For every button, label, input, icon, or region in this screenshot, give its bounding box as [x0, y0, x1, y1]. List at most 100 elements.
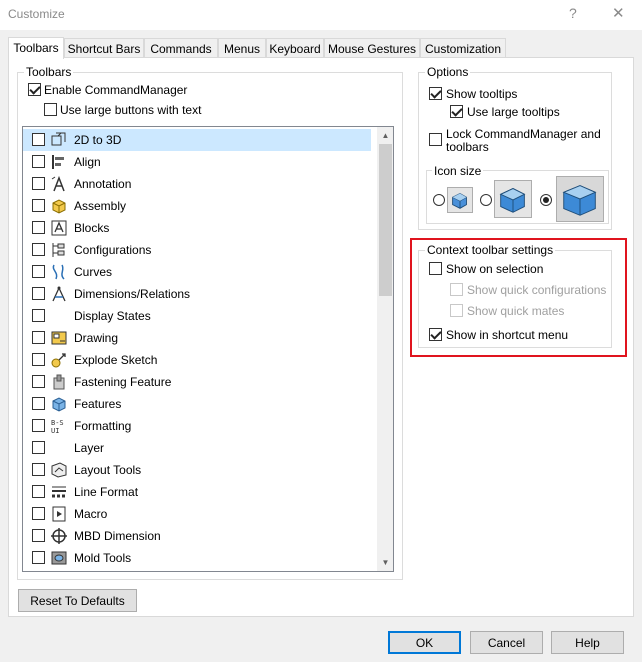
list-item[interactable]: Dimensions/Relations [23, 283, 371, 305]
list-item[interactable]: Line Format [23, 481, 371, 503]
toolbar-checkbox[interactable] [32, 243, 45, 256]
list-item[interactable]: Curves [23, 261, 371, 283]
toolbar-checkbox[interactable] [32, 485, 45, 498]
title-bar: Customize ? ✕ [0, 0, 642, 30]
formatting-icon: B-SUI [51, 419, 64, 435]
use-large-buttons-label: Use large buttons with text [60, 103, 202, 117]
toolbar-checkbox[interactable] [32, 551, 45, 564]
toolbar-checkbox[interactable] [32, 287, 45, 300]
list-item-label: Mold Tools [74, 551, 132, 565]
tab-customization[interactable]: Customization [420, 38, 506, 58]
use-large-tooltips-checkbox[interactable] [450, 105, 463, 118]
tab-shortcut-bars[interactable]: Shortcut Bars [64, 38, 144, 58]
list-item[interactable]: Align [23, 151, 371, 173]
list-item-label: Fastening Feature [74, 375, 172, 389]
toolbar-checkbox[interactable] [32, 331, 45, 344]
align-icon [52, 155, 64, 169]
curves-icon [52, 264, 65, 280]
list-item[interactable]: Mold Tools [23, 547, 371, 569]
use-large-buttons-checkbox[interactable] [44, 103, 57, 116]
toolbar-checkbox[interactable] [32, 375, 45, 388]
tab-keyboard[interactable]: Keyboard [266, 38, 324, 58]
use-large-tooltips-label: Use large tooltips [467, 105, 560, 119]
icon-size-label: Icon size [432, 164, 484, 178]
list-item[interactable]: Assembly [23, 195, 371, 217]
list-item[interactable]: Blocks [23, 217, 371, 239]
lock-commandmanager-label-line2: toolbars [446, 140, 489, 154]
scroll-thumb[interactable] [379, 144, 392, 296]
list-item[interactable]: Configurations [23, 239, 371, 261]
list-item[interactable]: MBD Dimension [23, 525, 371, 547]
show-tooltips-checkbox[interactable] [429, 87, 442, 100]
list-scrollbar[interactable]: ▲ ▼ [377, 127, 393, 571]
tab-mouse-gestures[interactable]: Mouse Gestures [324, 38, 420, 58]
list-item-label: Line Format [74, 485, 139, 499]
toolbar-checkbox[interactable] [32, 221, 45, 234]
list-item[interactable]: B-S UI Formatting [23, 415, 371, 437]
icon-size-medium-preview [494, 180, 532, 218]
list-item-label: Align [74, 155, 101, 169]
list-item[interactable]: Explode Sketch [23, 349, 371, 371]
icon-size-large-radio[interactable] [540, 194, 552, 206]
list-item-label: Features [74, 397, 122, 411]
annotation-icon [51, 175, 65, 192]
toolbar-checkbox[interactable] [32, 309, 45, 322]
show-tooltips-label: Show tooltips [446, 87, 518, 101]
scroll-up-icon[interactable]: ▲ [377, 127, 393, 144]
list-item-label: Display States [74, 309, 151, 323]
toolbar-checkbox[interactable] [32, 133, 45, 146]
list-item-label: MBD Dimension [74, 529, 161, 543]
cancel-button[interactable]: Cancel [470, 631, 543, 654]
close-icon[interactable]: ✕ [612, 4, 625, 22]
list-item[interactable]: Features [23, 393, 371, 415]
reset-to-defaults-button[interactable]: Reset To Defaults [18, 589, 137, 612]
tab-menus[interactable]: Menus [218, 38, 266, 58]
toolbar-checkbox[interactable] [32, 353, 45, 366]
list-item[interactable]: Layer [23, 437, 371, 459]
icon-size-small-radio[interactable] [433, 194, 445, 206]
tab-toolbars[interactable]: Toolbars [8, 37, 64, 59]
tab-commands[interactable]: Commands [144, 38, 218, 58]
icon-size-medium-radio[interactable] [480, 194, 492, 206]
toolbars-list[interactable]: 2D to 3D Align Annotation Assembly Block… [22, 126, 394, 572]
list-item-label: Configurations [74, 243, 152, 257]
lock-commandmanager-checkbox[interactable] [429, 133, 442, 146]
mbd-dimension-icon [51, 528, 67, 544]
blocks-icon [51, 220, 67, 236]
toolbar-checkbox[interactable] [32, 419, 45, 432]
toolbar-checkbox[interactable] [32, 507, 45, 520]
toolbar-checkbox[interactable] [32, 529, 45, 542]
window-title: Customize [8, 7, 65, 21]
drawing-icon [51, 331, 67, 345]
list-item-label: Layout Tools [74, 463, 142, 477]
toolbar-checkbox[interactable] [32, 463, 45, 476]
svg-text:B-S: B-S [51, 419, 64, 427]
enable-commandmanager-checkbox[interactable] [28, 83, 41, 96]
help-icon[interactable]: ? [569, 5, 577, 21]
toolbar-checkbox[interactable] [32, 441, 45, 454]
list-item-label: Layer [74, 441, 105, 455]
list-item[interactable]: Annotation [23, 173, 371, 195]
toolbar-checkbox[interactable] [32, 397, 45, 410]
enable-commandmanager-label: Enable CommandManager [44, 83, 188, 97]
configurations-icon [52, 243, 65, 257]
line-format-icon [52, 486, 66, 498]
toolbar-checkbox[interactable] [32, 155, 45, 168]
toolbar-checkbox[interactable] [32, 265, 45, 278]
icon-size-small-preview [447, 187, 473, 213]
list-item[interactable]: Drawing [23, 327, 371, 349]
list-item[interactable]: Macro [23, 503, 371, 525]
toolbar-checkbox[interactable] [32, 199, 45, 212]
list-item[interactable]: Display States [23, 305, 371, 327]
scroll-down-icon[interactable]: ▼ [377, 554, 393, 571]
toolbar-checkbox[interactable] [32, 177, 45, 190]
list-item[interactable]: 2D to 3D [23, 129, 371, 151]
list-item-label: Curves [74, 265, 113, 279]
features-icon [52, 397, 66, 412]
list-item[interactable]: Layout Tools [23, 459, 371, 481]
list-item[interactable]: Fastening Feature [23, 371, 371, 393]
list-item-label: Blocks [74, 221, 110, 235]
small-cube-icon [452, 193, 467, 209]
help-button[interactable]: Help [551, 631, 624, 654]
ok-button[interactable]: OK [388, 631, 461, 654]
